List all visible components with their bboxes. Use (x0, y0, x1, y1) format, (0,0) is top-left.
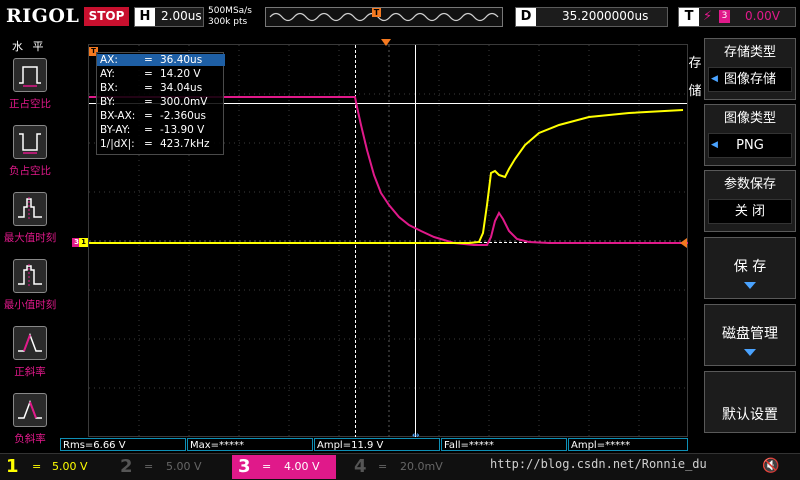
left-arrow-icon: ◀ (711, 74, 718, 84)
negative-slope-icon (13, 393, 47, 427)
run-stop-indicator[interactable]: STOP (84, 7, 129, 26)
default-setup-label: 默认设置 (722, 407, 778, 423)
menu-item-label: 负斜率 (14, 433, 46, 445)
watermark-text: http://blog.csdn.net/Ronnie_du (490, 457, 707, 471)
trigger-display[interactable]: T ⚡ 3 0.00V (678, 7, 796, 27)
image-type-label: 图像类型 (723, 111, 776, 126)
menu-item-negative-slope[interactable]: 负斜率 (0, 393, 60, 455)
save-label: 保 存 (733, 259, 767, 275)
ch1-offset-marker[interactable]: 1 (79, 238, 88, 247)
channel-4-tab[interactable]: 4 = 20.0mV (348, 454, 460, 480)
measurement-item[interactable]: Max=***** (187, 438, 313, 451)
menu-item-min-time[interactable]: 最小值时刻 (0, 259, 60, 321)
menu-item-label: 正占空比 (9, 98, 51, 110)
trigger-position-marker: T (372, 8, 381, 17)
sample-rate: 500MSa/s (208, 6, 252, 16)
trigger-level-arrow (680, 238, 687, 248)
cursor-row-ay: AY: = 14.20 V (100, 68, 201, 80)
measurement-item[interactable]: Ampl=11.9 V (314, 438, 440, 451)
memory-depth: 300k pts (208, 17, 248, 27)
image-type-button[interactable]: 图像类型 ◀ PNG (704, 104, 796, 166)
rigol-logo: RIGOL (6, 5, 80, 27)
max-time-icon (13, 192, 47, 226)
delay-display[interactable]: D 35.2000000us (515, 7, 668, 27)
storage-menu: 存 储 存储类型 ◀ 图像存储 图像类型 ◀ PNG 参数保存 关 闭 保 存 … (688, 34, 800, 454)
channel-3-tab[interactable]: 3 = 4.00 V (232, 455, 336, 479)
menu-item-label: 正斜率 (14, 366, 46, 378)
menu-item-positive-duty[interactable]: 正占空比 (0, 58, 60, 120)
measurement-item[interactable]: Ampl=***** (568, 438, 688, 451)
menu-item-label: 最大值时刻 (3, 232, 57, 244)
timebase-display[interactable]: H 2.00us (134, 7, 204, 27)
negative-duty-icon (13, 125, 47, 159)
positive-slope-icon (13, 326, 47, 360)
top-status-bar: RIGOL STOP H 2.00us 500MSa/s 300k pts T … (0, 0, 800, 34)
positive-duty-icon (13, 58, 47, 92)
storage-type-button[interactable]: 存储类型 ◀ 图像存储 (704, 38, 796, 100)
menu-item-positive-slope[interactable]: 正斜率 (0, 326, 60, 388)
timebase-value: 2.00us (161, 9, 202, 23)
timebase-key: H (135, 8, 155, 26)
save-button[interactable]: 保 存 (704, 237, 796, 299)
cursor-row-dx: BX-AX: = -2.360us (100, 110, 206, 122)
rising-edge-icon: ⚡ (703, 9, 713, 24)
menu-item-label: 负占空比 (9, 165, 51, 177)
menu-item-negative-duty[interactable]: 负占空比 (0, 125, 60, 187)
memory-overview (265, 7, 503, 27)
trigger-top-arrow (381, 39, 391, 46)
measurement-item[interactable]: Fall=***** (441, 438, 567, 451)
disk-manage-button[interactable]: 磁盘管理 (704, 304, 796, 366)
image-type-value: ◀ PNG (708, 133, 792, 158)
menu-item-max-time[interactable]: 最大值时刻 (0, 192, 60, 254)
disk-manage-label: 磁盘管理 (722, 326, 778, 342)
menu-item-label: 最小值时刻 (3, 299, 57, 311)
left-arrow-icon: ◀ (711, 140, 718, 150)
param-save-value: 关 闭 (708, 199, 792, 224)
measurement-bar: Rms=6.66 V Max=***** Ampl=11.9 V Fall=**… (60, 437, 688, 452)
cursor-row-by: BY: = 300.0mV (100, 96, 208, 108)
cursor-row-bx: BX: = 34.04us (100, 82, 203, 94)
memory-waveform-icon (269, 12, 499, 22)
param-save-label: 参数保存 (723, 177, 776, 192)
cursor-row-freq: 1/|dX|: = 423.7kHz (100, 138, 210, 150)
storage-type-label: 存储类型 (723, 45, 776, 60)
trigger-level-value: 0.00V (745, 9, 780, 23)
down-arrow-icon (744, 349, 756, 356)
channel-1-tab[interactable]: 1 = 5.00 V (0, 454, 110, 480)
trigger-source-badge: 3 (719, 10, 730, 23)
down-arrow-icon (744, 282, 756, 289)
menu-title: 水 平 (12, 40, 47, 53)
speaker-muted-icon[interactable]: 🔇 (762, 458, 779, 474)
storage-type-value: ◀ 图像存储 (708, 67, 792, 92)
delay-key: D (516, 8, 536, 26)
channel-2-tab[interactable]: 2 = 5.00 V (114, 454, 226, 480)
menu-side-title: 存 储 (688, 56, 702, 99)
delay-value: 35.2000000us (562, 9, 649, 23)
cursor-readout: AX: = 36.40us AY: = 14.20 V BX: = 34.04u… (96, 52, 225, 155)
param-save-button[interactable]: 参数保存 关 闭 (704, 170, 796, 232)
min-time-icon (13, 259, 47, 293)
cursor-row-dy: BY-AY: = -13.90 V (100, 124, 205, 136)
horizontal-measure-menu: 水 平 正占空比 负占空比 最大值时刻 最小值时刻 正斜率 负斜率 (0, 34, 60, 454)
default-setup-button[interactable]: 默认设置 (704, 371, 796, 433)
cursor-row-ax: AX: = 36.40us (97, 54, 225, 67)
measurement-item[interactable]: Rms=6.66 V (60, 438, 186, 451)
trigger-key: T (679, 8, 699, 26)
channel-status-bar: 1 = 5.00 V 2 = 5.00 V 3 = 4.00 V 4 = 20.… (0, 453, 800, 480)
